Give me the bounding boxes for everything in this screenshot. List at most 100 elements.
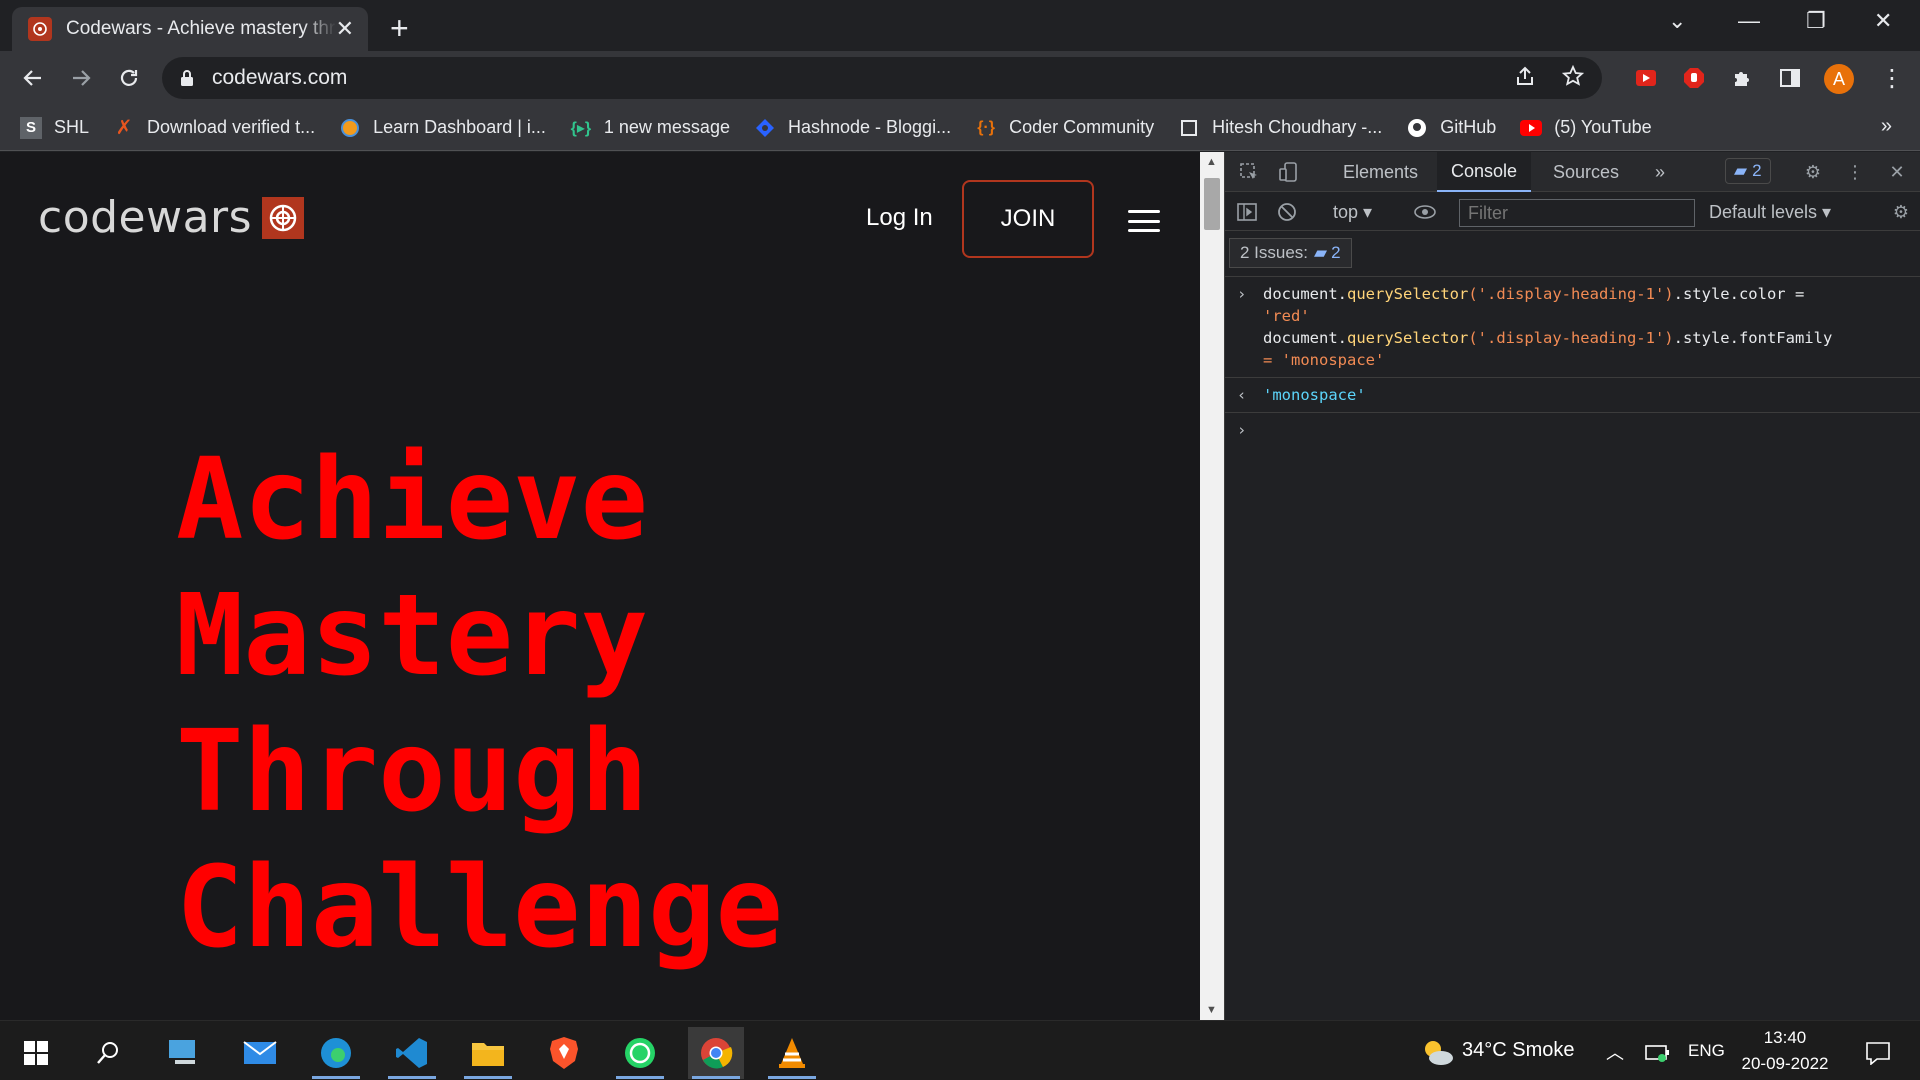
bookmarks-bar: S SHL ✗ Download verified t... Learn Das… [0,105,1920,151]
codewars-logo[interactable]: codewars [38,192,305,243]
code-token: = 'monospace' [1263,351,1385,369]
issues-label: 2 Issues: [1240,243,1309,262]
tab-close-icon[interactable]: ✕ [336,16,354,42]
login-link[interactable]: Log In [866,204,933,232]
mail-icon[interactable] [232,1027,288,1079]
console-settings-gear-icon[interactable]: ⚙ [1889,200,1913,224]
bookmark-star-icon[interactable] [1561,64,1585,93]
network-battery-icon[interactable] [1640,1027,1676,1079]
bookmark-shl[interactable]: S SHL [20,116,90,139]
tab-sources[interactable]: Sources [1539,152,1633,192]
back-arrow-icon[interactable] [18,63,48,93]
close-window-button[interactable]: ✕ [1874,8,1892,34]
braces-icon: {·} [977,118,995,136]
more-tabs-icon[interactable]: » [1641,152,1679,192]
hashnode-icon [754,117,776,139]
issues-row[interactable]: 2 Issues: ▰ 2 [1229,238,1352,268]
tab-console[interactable]: Console [1437,152,1532,192]
inspect-element-icon[interactable] [1237,160,1261,184]
bookmark-label: 1 new message [603,117,730,137]
hero-line: Challenge [176,843,783,973]
start-windows-icon[interactable] [8,1027,64,1079]
tab-title: Codewars - Achieve mastery through chall… [65,18,336,39]
scroll-down-icon[interactable]: ▼ [1206,1004,1217,1016]
bookmark-label: SHL [54,117,90,137]
tab-search-icon[interactable]: ⌄ [1668,8,1686,34]
windows-taskbar: 34°C Smoke ︿ ENG 13:40 20-09-2022 [0,1020,1920,1080]
live-expression-eye-icon[interactable] [1413,200,1437,224]
forward-arrow-icon[interactable] [66,63,96,93]
bookmark-label: Download verified t... [147,117,316,137]
scroll-up-icon[interactable]: ▲ [1206,156,1217,168]
side-panel-icon[interactable] [1776,64,1804,92]
browser-tab[interactable]: Codewars - Achieve mastery through chall… [12,7,368,51]
clear-console-icon[interactable] [1275,200,1299,224]
notifications-icon[interactable] [1850,1027,1906,1079]
bookmark-github[interactable]: GitHub [1406,117,1496,139]
sidebar-toggle-icon[interactable] [1235,200,1259,224]
message-icon: ▰ [1734,161,1748,180]
issues-badge[interactable]: ▰ 2 [1725,158,1771,184]
edge-browser-icon[interactable] [308,1027,364,1079]
issues-count: 2 [1752,161,1762,180]
share-icon[interactable] [1514,65,1536,93]
settings-gear-icon[interactable]: ⚙ [1801,160,1825,184]
device-toolbar-icon[interactable] [1277,160,1301,184]
code-token: 'red' [1263,307,1310,325]
bookmark-hitesh[interactable]: Hitesh Choudhary -... [1178,117,1382,139]
bookmark-coder-community[interactable]: {·} Coder Community [975,117,1154,139]
devtools-more-icon[interactable]: ⋮ [1843,160,1867,184]
reload-icon[interactable] [114,63,144,93]
scrollbar-thumb[interactable] [1204,178,1220,230]
close-devtools-icon[interactable]: ✕ [1885,160,1909,184]
devtools-tabbar: Elements Console Sources » ▰ 2 ⚙ ⋮ ✕ [1225,152,1920,192]
log-levels-dropdown[interactable]: Default levels ▾ [1709,202,1831,223]
search-icon[interactable] [80,1027,136,1079]
language-indicator[interactable]: ENG [1688,1041,1725,1061]
code-token: querySelector [1347,285,1469,303]
adblock-extension-icon[interactable] [1680,64,1708,92]
weather-icon[interactable] [1410,1027,1466,1079]
code-token: .style.fontFamily [1673,329,1833,347]
bookmark-learn-dashboard[interactable]: Learn Dashboard | i... [339,117,546,139]
github-icon [1406,117,1428,139]
bookmark-hashnode[interactable]: Hashnode - Bloggi... [754,117,951,139]
minimize-button[interactable]: — [1738,8,1760,34]
bookmark-new-message[interactable]: {▸} 1 new message [570,117,730,139]
logo-text: codewars [38,192,253,243]
chrome-browser-icon[interactable] [688,1027,744,1079]
console-filter-input[interactable] [1459,199,1695,227]
desktop-pc-icon[interactable] [156,1027,212,1079]
restore-button[interactable]: ❐ [1806,8,1826,34]
file-explorer-icon[interactable] [460,1027,516,1079]
vscode-icon[interactable] [384,1027,440,1079]
brave-browser-icon[interactable] [536,1027,592,1079]
bookmark-youtube[interactable]: (5) YouTube [1520,117,1652,139]
profile-avatar[interactable]: A [1824,64,1854,94]
input-chevron-icon: › [1237,285,1247,303]
tab-elements[interactable]: Elements [1329,152,1432,192]
address-bar[interactable]: codewars.com [162,57,1602,99]
more-menu-icon[interactable]: ⋮ [1878,64,1906,92]
clock[interactable]: 13:40 20-09-2022 [1730,1025,1840,1077]
context-selector[interactable]: top ▾ [1333,202,1372,223]
code-token: .style.color = [1673,285,1805,303]
browser-toolbar: codewars.com A ⋮ [0,51,1920,105]
bookmark-download-verified[interactable]: ✗ Download verified t... [113,117,315,139]
vlc-player-icon[interactable] [764,1027,820,1079]
console-output: › document.querySelector('.display-headi… [1225,276,1920,439]
video-extension-icon[interactable] [1632,64,1660,92]
hero-line: Mastery [176,571,649,701]
console-result-entry: ‹ 'monospace' [1225,378,1920,413]
console-prompt[interactable]: › [1225,413,1920,439]
new-tab-button[interactable]: + [390,10,409,47]
page-scrollbar[interactable]: ▲ ▼ [1200,152,1224,1020]
bookmarks-overflow-icon[interactable]: » [1881,115,1892,138]
braces-icon: {▸} [570,119,592,137]
whatsapp-icon[interactable] [612,1027,668,1079]
extensions-puzzle-icon[interactable] [1728,64,1756,92]
join-button[interactable]: JOIN [962,180,1094,258]
weather-text[interactable]: 34°C Smoke [1462,1039,1575,1062]
show-hidden-icons-chevron-icon[interactable]: ︿ [1606,1039,1624,1065]
hamburger-menu-icon[interactable] [1128,210,1160,232]
